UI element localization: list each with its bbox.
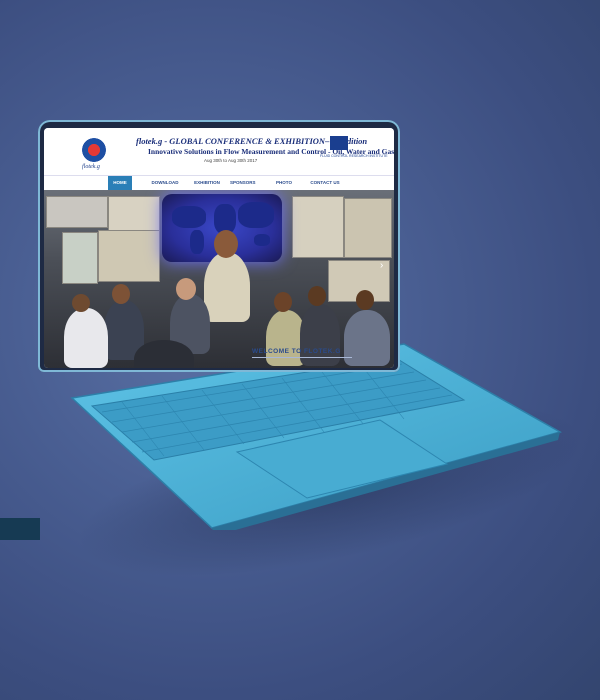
conference-title-main: flotek.g - GLOBAL CONFERENCE & EXHIBITIO… [136, 136, 336, 146]
audience-head [356, 290, 374, 310]
chevron-right-icon[interactable]: › [380, 260, 388, 272]
continent-shape [254, 234, 270, 246]
poster-board [46, 196, 108, 228]
nav-exhibition[interactable]: EXHIBITION [194, 176, 220, 190]
partner-logo-icon[interactable] [330, 136, 348, 150]
poster-board [62, 232, 98, 284]
partner-text: FLUID CONTROL RESEARCH INSTITUTE [320, 154, 388, 158]
audience-head [274, 292, 292, 312]
laptop-display: flotek.g flotek.g - GLOBAL CONFERENCE & … [44, 128, 394, 368]
nav-home[interactable]: HOME [108, 176, 132, 190]
poster-board [98, 230, 160, 282]
nav-download-papers[interactable]: DOWNLOAD PAPERS [142, 176, 188, 199]
speaker-person [204, 252, 250, 322]
continent-shape [238, 202, 274, 228]
main-nav: HOME DOWNLOAD PAPERS EXHIBITION SPONSORS… [44, 175, 394, 199]
nav-photo-gallery[interactable]: PHOTO GALLERY [266, 176, 302, 199]
continent-shape [190, 230, 204, 254]
logo-text: flotek.g [82, 164, 100, 170]
welcome-divider [252, 357, 352, 358]
poster-board [344, 198, 392, 258]
poster-board [292, 196, 344, 258]
speaker-head [214, 230, 238, 258]
conference-date: Aug 30th to Aug 30th 2017 [204, 158, 258, 163]
hero-slider[interactable]: › [44, 190, 394, 368]
flotek-logo-icon[interactable] [82, 138, 106, 162]
site-header: flotek.g flotek.g - GLOBAL CONFERENCE & … [44, 128, 394, 174]
side-tab[interactable] [0, 518, 40, 540]
audience-head [176, 278, 196, 300]
nav-contact-us[interactable]: CONTACT US [310, 176, 340, 190]
audience-head [72, 294, 90, 312]
audience-person [64, 308, 108, 368]
continent-shape [172, 206, 206, 228]
welcome-heading: WELCOME TO FLOTEK.G [252, 348, 341, 355]
nav-sponsors[interactable]: SPONSORS [230, 176, 256, 190]
audience-head [308, 286, 326, 306]
audience-head [112, 284, 130, 304]
